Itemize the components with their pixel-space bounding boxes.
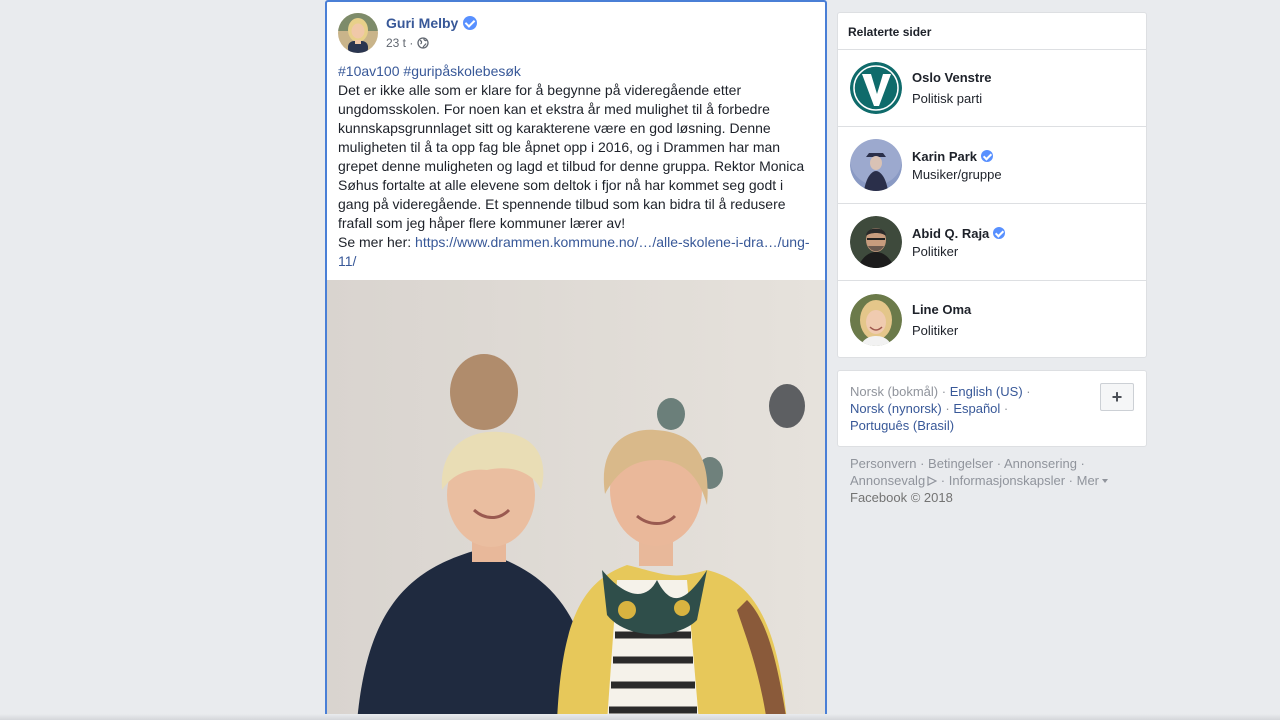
globe-icon [417, 37, 430, 49]
author-avatar[interactable] [338, 13, 378, 53]
karin-park-avatar[interactable] [850, 139, 902, 191]
language-link[interactable]: Español [953, 401, 1000, 416]
footer: Personvern · Betingelser · Annonsering ·… [850, 455, 1140, 506]
verified-badge-icon [981, 150, 994, 162]
related-page-category: Politiker [912, 322, 959, 338]
post-card: Guri Melby 23 t · #10av100 #guripåskoleb… [325, 0, 827, 720]
adchoices-icon [927, 473, 938, 486]
annonsevalg-label: Annonsevalg [850, 473, 926, 488]
copyright: Facebook © 2018 [850, 490, 953, 505]
caret-down-icon [1102, 479, 1109, 483]
see-more-label: Se mer her: [338, 234, 412, 250]
abid-raja-avatar[interactable] [850, 216, 902, 268]
bottom-edge [0, 714, 1280, 720]
verified-badge-icon [463, 16, 478, 30]
footer-link-annonsevalg[interactable]: Annonsevalg [850, 473, 938, 488]
language-link[interactable]: Norsk (nynorsk) [850, 401, 942, 416]
language-link[interactable]: Português (Brasil) [850, 418, 954, 433]
post-timestamp[interactable]: 23 t · [386, 36, 413, 50]
related-page-item[interactable]: Abid Q. Raja Politiker [838, 204, 1146, 281]
footer-link-betingelser[interactable]: Betingelser [928, 456, 993, 471]
language-selector: Norsk (bokmål) · English (US) · Norsk (n… [837, 370, 1147, 447]
post-photo[interactable] [327, 280, 825, 718]
related-pages-panel: Relaterte sider Oslo Venstre Politisk pa… [837, 12, 1147, 358]
related-page-item[interactable]: Line Oma Politiker [838, 281, 1146, 358]
post-text: #10av100 #guripåskolebesøk Det er ikke a… [338, 62, 818, 271]
related-page-item[interactable]: Karin Park Musiker/gruppe [838, 127, 1146, 204]
related-page-name[interactable]: Oslo Venstre [912, 70, 991, 85]
current-language: Norsk (bokmål) [850, 384, 939, 399]
post-body: Det er ikke alle som er klare for å begy… [338, 82, 805, 231]
related-page-name[interactable]: Line Oma [912, 302, 971, 317]
related-page-item[interactable]: Oslo Venstre Politisk parti [838, 50, 1146, 127]
add-language-button[interactable]: + [1100, 383, 1134, 411]
footer-link-annonsering[interactable]: Annonsering [1004, 456, 1077, 471]
hashtag[interactable]: #guripåskolebesøk [403, 63, 521, 79]
footer-link-informasjonskapsler[interactable]: Informasjonskapsler [949, 473, 1065, 488]
related-page-category: Musiker/gruppe [912, 166, 1002, 182]
related-page-category: Politiker [912, 243, 959, 259]
line-oma-avatar[interactable] [850, 293, 902, 346]
footer-link-mer[interactable]: Mer [1076, 473, 1109, 488]
related-pages-title: Relaterte sider [838, 13, 1146, 50]
related-page-name[interactable]: Abid Q. Raja [912, 226, 989, 241]
footer-link-personvern[interactable]: Personvern [850, 456, 916, 471]
related-page-category: Politisk parti [912, 91, 983, 106]
related-page-name[interactable]: Karin Park [912, 149, 977, 164]
language-link[interactable]: English (US) [950, 384, 1023, 399]
hashtag[interactable]: #10av100 [338, 63, 400, 79]
oslo-venstre-avatar[interactable] [850, 62, 902, 114]
author-name[interactable]: Guri Melby [386, 15, 458, 31]
post-header: Guri Melby 23 t · [338, 13, 478, 53]
verified-badge-icon [993, 227, 1006, 239]
mer-label: Mer [1076, 473, 1100, 488]
